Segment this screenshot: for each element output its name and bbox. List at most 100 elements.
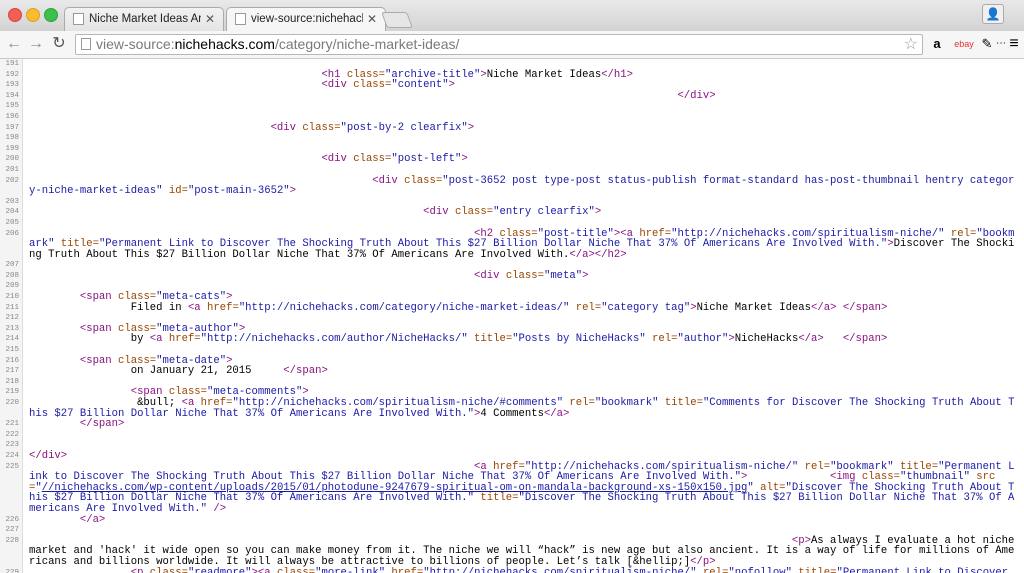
source-line: 214 by <a href="http://nichehacks.com/au… <box>0 334 1024 345</box>
minimize-window-button[interactable] <box>26 8 40 22</box>
profile-icon[interactable]: 👤 <box>982 4 1004 24</box>
line-number: 192 <box>5 70 19 79</box>
source-code: </div> <box>29 89 716 102</box>
source-code: <div class="post-left"> <box>29 153 468 166</box>
line-number: 202 <box>5 176 19 185</box>
line-number: 229 <box>5 568 19 573</box>
source-code <box>22 133 1024 144</box>
close-tab-icon[interactable]: ✕ <box>205 12 215 26</box>
page-icon <box>235 13 246 25</box>
close-window-button[interactable] <box>8 8 22 22</box>
source-line: 229 <p class="readmore"><a class="more-l… <box>0 566 1024 573</box>
line-number: 224 <box>5 451 19 460</box>
source-line: 221 </span> <box>0 419 1024 430</box>
source-line: 225 <a href="http://nichehacks.com/spiri… <box>0 460 1024 515</box>
bookmark-star-icon[interactable]: ☆ <box>904 34 918 54</box>
tab-view-source[interactable]: view-source:nichehacks.co ✕ <box>226 7 386 31</box>
line-number: 225 <box>5 462 19 471</box>
page-icon <box>73 13 84 25</box>
line-number: 215 <box>5 346 19 355</box>
line-number: 211 <box>5 303 19 312</box>
line-number: 191 <box>5 60 19 68</box>
source-line: 204 <div class="entry clearfix"> <box>0 207 1024 218</box>
new-tab-button[interactable] <box>381 12 413 28</box>
source-line: 211 Filed in <a href="http://nichehacks.… <box>0 301 1024 314</box>
maximize-window-button[interactable] <box>44 8 58 22</box>
tab-label: view-source:nichehacks.co <box>251 13 363 25</box>
source-code: &bull; <a href="http://nichehacks.com/sp… <box>29 397 1015 420</box>
source-code <box>22 101 1024 112</box>
address-bar[interactable]: view-source:nichehacks.com/category/nich… <box>75 34 923 55</box>
line-number: 221 <box>5 420 19 429</box>
amazon-extension-icon[interactable]: a <box>930 35 944 53</box>
tab-label: Niche Market Ideas Archive <box>89 13 201 25</box>
source-line: 195 <box>0 101 1024 112</box>
source-line: 217 on January 21, 2015 </span> <box>0 366 1024 377</box>
line-number: 213 <box>5 324 19 333</box>
line-number: 212 <box>5 314 19 323</box>
source-line: 228 <p>As always I evaluate a hot niche … <box>0 534 1024 568</box>
source-code: <p>As always I evaluate a hot niche mark… <box>29 534 1021 568</box>
source-code: </a> <box>29 513 106 526</box>
line-number: 205 <box>5 218 19 227</box>
line-number: 226 <box>5 515 19 524</box>
line-number: 209 <box>5 282 19 291</box>
extension-overflow-icon[interactable]: ⋯ <box>996 35 1006 53</box>
source-view: 191 192 <h1 class="archive-title">Niche … <box>0 59 1024 573</box>
url-text[interactable]: view-source:nichehacks.com/category/nich… <box>96 36 459 52</box>
source-line: 197 <div class="post-by-2 clearfix"> <box>0 121 1024 134</box>
line-number: 214 <box>5 335 19 344</box>
line-number: 227 <box>5 526 19 535</box>
source-code <box>22 430 1024 441</box>
line-number: 204 <box>5 208 19 217</box>
line-number: 194 <box>5 91 19 100</box>
url-path: /category/niche-market-ideas/ <box>274 36 460 52</box>
source-line: 202 <div class="post-3652 post type-post… <box>0 174 1024 198</box>
line-number: 217 <box>5 367 19 376</box>
tab-niche-market-ideas[interactable]: Niche Market Ideas Archive ✕ <box>64 7 224 31</box>
source-line: 223 <box>0 440 1024 451</box>
url-prefix: view-source: <box>96 36 175 52</box>
reload-icon[interactable]: ↻ <box>49 34 69 54</box>
line-number: 195 <box>5 102 19 111</box>
source-code: <a href="http://nichehacks.com/spiritual… <box>29 460 1015 515</box>
ebay-extension-icon[interactable]: ebay <box>952 35 976 53</box>
source-code: <p class="readmore"><a class="more-link"… <box>29 566 1009 573</box>
source-lines: 191 192 <h1 class="archive-title">Niche … <box>0 59 1024 573</box>
source-code: <div class="post-3652 post type-post sta… <box>29 174 1015 198</box>
eyedropper-extension-icon[interactable]: ✎ <box>980 35 994 53</box>
browser-toolbar: ← → ↻ view-source:nichehacks.com/categor… <box>0 31 1024 59</box>
source-code: <div class="entry clearfix"> <box>29 206 602 219</box>
source-line: 220 &bull; <a href="http://nichehacks.co… <box>0 398 1024 419</box>
line-number: 210 <box>5 293 19 302</box>
line-number: 228 <box>5 536 19 545</box>
source-code: Filed in <a href="http://nichehacks.com/… <box>29 301 888 314</box>
close-tab-icon[interactable]: ✕ <box>367 12 377 26</box>
line-number: 199 <box>5 144 19 153</box>
source-line: 194 </div> <box>0 89 1024 102</box>
line-number: 219 <box>5 388 19 397</box>
source-code: on January 21, 2015 </span> <box>29 365 328 378</box>
line-number: 207 <box>5 261 19 270</box>
line-number: 222 <box>5 430 19 439</box>
source-code <box>22 440 1024 451</box>
line-number: 193 <box>5 81 19 90</box>
line-number: 218 <box>5 377 19 386</box>
line-number: 216 <box>5 356 19 365</box>
source-line: 208 <div class="meta"> <box>0 271 1024 282</box>
chrome-menu-icon[interactable]: ≡ <box>1006 35 1022 53</box>
line-number: 220 <box>5 399 19 407</box>
source-code: <h2 class="post-title"><a href="http://n… <box>29 227 1015 261</box>
forward-icon[interactable]: → <box>26 34 46 54</box>
source-line: 206 <h2 class="post-title"><a href="http… <box>0 227 1024 261</box>
line-number: 197 <box>5 123 19 132</box>
line-number: 200 <box>5 155 19 164</box>
source-code: </span> <box>29 418 125 431</box>
source-code: <div class="post-by-2 clearfix"> <box>29 121 475 134</box>
line-number: 206 <box>5 229 19 238</box>
source-line: 198 <box>0 133 1024 144</box>
line-number: 223 <box>5 441 19 450</box>
back-icon[interactable]: ← <box>4 34 24 54</box>
line-number: 198 <box>5 134 19 143</box>
line-number: 201 <box>5 165 19 174</box>
